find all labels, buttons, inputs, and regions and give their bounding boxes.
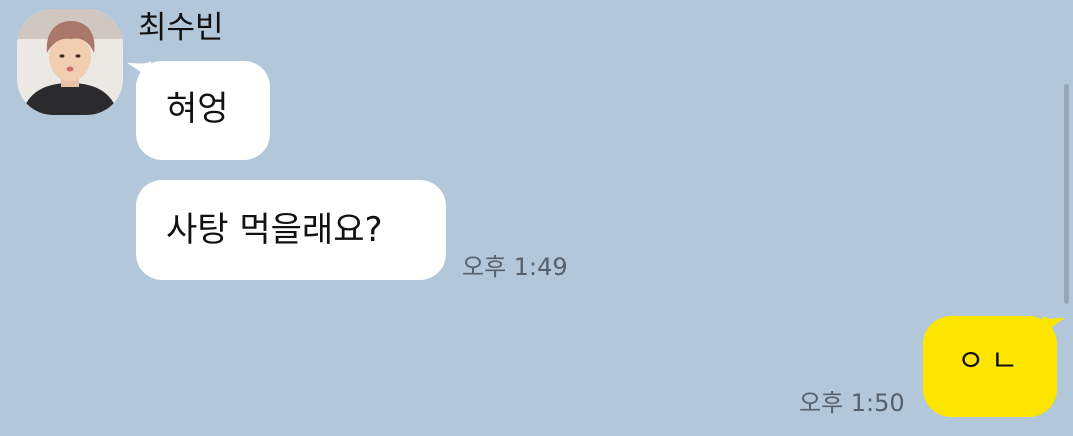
message-timestamp: 오후 1:49 [462, 253, 568, 281]
my-message-bubble[interactable]: ㅇㄴ [923, 316, 1057, 417]
message-text: 사탕 먹을래요? [166, 210, 383, 250]
message-bubble[interactable]: 혀엉 [136, 61, 270, 160]
chat-area[interactable]: 최수빈 혀엉 사탕 먹을래요? 오후 1:49 ㅇㄴ 오후 1:50 [0, 0, 1073, 436]
message-bubble[interactable]: 사탕 먹을래요? [136, 180, 446, 280]
message-text: ㅇㄴ [957, 344, 1025, 379]
scrollbar[interactable] [1064, 84, 1069, 304]
message-timestamp: 오후 1:50 [799, 389, 905, 417]
sender-name: 최수빈 [138, 10, 224, 46]
sender-avatar[interactable] [17, 9, 123, 115]
message-text: 혀엉 [166, 89, 229, 129]
bubble-tail [1043, 316, 1065, 336]
